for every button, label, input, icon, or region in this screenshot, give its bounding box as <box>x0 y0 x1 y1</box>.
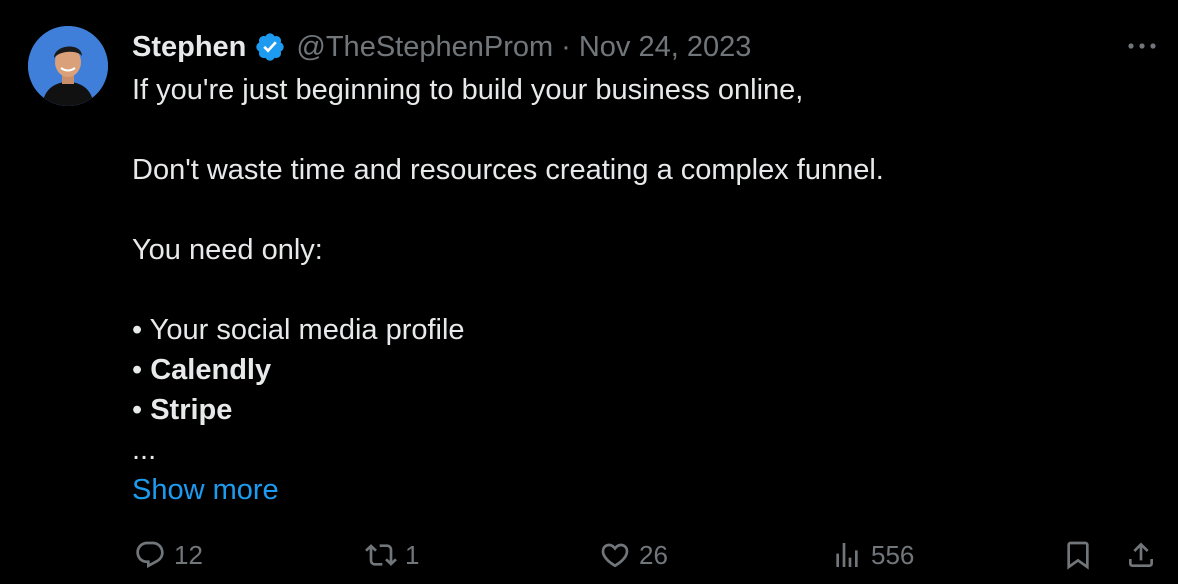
more-options-button[interactable] <box>1120 30 1164 62</box>
bullet-text: Calendly <box>150 354 272 386</box>
tweet-text-line: If you're just beginning to build your b… <box>132 74 804 106</box>
bullet-item: • Stripe <box>132 390 1132 430</box>
header-separator: · <box>561 30 571 63</box>
tweet-text-line <box>132 190 1132 230</box>
display-name[interactable]: Stephen <box>132 31 246 64</box>
like-button[interactable]: 26 <box>599 532 668 578</box>
tweet-timestamp[interactable]: Nov 24, 2023 <box>579 31 752 64</box>
avatar[interactable] <box>28 26 108 106</box>
tweet-text: If you're just beginning to build your b… <box>132 70 1132 510</box>
author-handle[interactable]: @TheStephenProm <box>296 31 553 64</box>
views-icon <box>836 543 858 567</box>
like-icon <box>601 543 629 568</box>
repost-icon <box>365 544 397 566</box>
more-icon <box>1128 43 1156 49</box>
like-count: 26 <box>639 539 668 570</box>
action-bar: 12 1 26 556 <box>0 532 1178 578</box>
reply-button[interactable]: 12 <box>134 532 203 578</box>
reply-icon <box>136 541 164 569</box>
tweet-text-line: You need only: <box>132 234 323 266</box>
avatar-photo-icon <box>28 26 108 106</box>
show-more-link[interactable]: Show more <box>132 474 279 506</box>
share-button[interactable] <box>1125 532 1157 578</box>
repost-count: 1 <box>405 539 420 570</box>
bullet-marker: • <box>132 354 151 386</box>
tweet-text-line: Don't waste time and resources creating … <box>132 154 884 186</box>
bullet-item: • Calendly <box>132 350 1132 390</box>
view-count: 556 <box>871 539 915 570</box>
tweet-text-line <box>132 110 1132 150</box>
bullet-text: Stripe <box>150 394 233 426</box>
ellipsis: ... <box>132 434 157 466</box>
tweet-card[interactable]: Stephen @TheStephenProm · Nov 24, 2023 I… <box>0 0 1178 584</box>
share-icon <box>1129 542 1153 567</box>
tweet-text-line <box>132 270 1132 310</box>
reply-count: 12 <box>174 539 203 570</box>
tweet-text-line: • Your social media profile <box>132 314 465 346</box>
bullet-marker: • <box>132 394 151 426</box>
views-button[interactable]: 556 <box>831 532 914 578</box>
bookmark-icon <box>1067 541 1089 570</box>
bookmark-button[interactable] <box>1062 532 1094 578</box>
verified-badge-icon[interactable] <box>254 31 286 63</box>
repost-button[interactable]: 1 <box>365 532 419 578</box>
tweet-header: Stephen @TheStephenProm · Nov 24, 2023 <box>132 28 751 66</box>
